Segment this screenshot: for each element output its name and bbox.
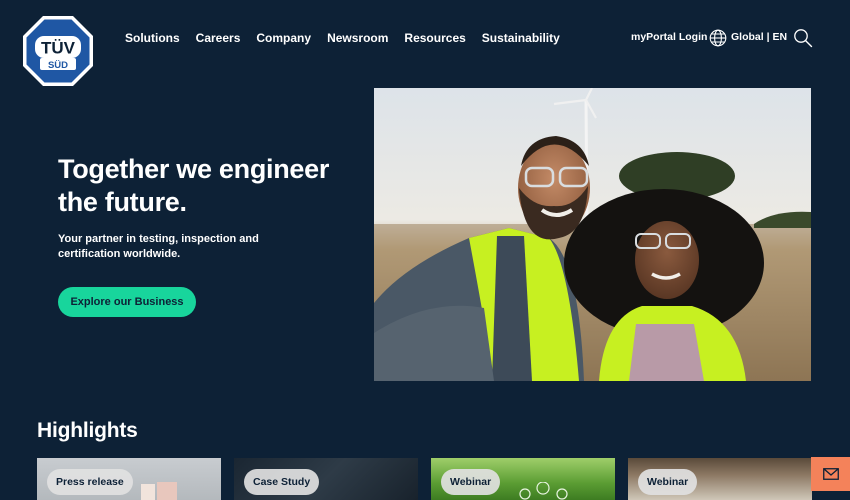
nav-newsroom[interactable]: Newsroom [327, 31, 388, 45]
network-circles-graphic [519, 482, 568, 500]
highlights-heading: Highlights [37, 419, 138, 442]
nav-company[interactable]: Company [256, 31, 311, 45]
nav-solutions[interactable]: Solutions [125, 31, 180, 45]
calendar-blocks-graphic [141, 482, 177, 500]
highlight-card-webinar-2[interactable]: Webinar [628, 458, 812, 500]
nav-resources[interactable]: Resources [404, 31, 465, 45]
card-badge: Webinar [638, 469, 698, 495]
hero-subtitle: Your partner in testing, inspection and … [58, 233, 259, 260]
card-badge: Press release [47, 469, 133, 495]
myportal-login-link[interactable]: myPortal Login [631, 31, 707, 43]
highlight-card-webinar-1[interactable]: Webinar [431, 458, 615, 500]
nav-sustainability[interactable]: Sustainability [482, 31, 560, 45]
card-badge: Webinar [441, 469, 501, 495]
contact-mail-button[interactable] [811, 457, 850, 491]
tuv-sud-logo[interactable]: TÜV SÜD [22, 15, 94, 87]
highlight-card-case-study[interactable]: Case Study [234, 458, 418, 500]
language-selector[interactable]: Global | EN [731, 31, 787, 43]
logo-top-text: TÜV [41, 39, 76, 58]
search-icon[interactable] [793, 28, 813, 48]
nav-careers[interactable]: Careers [196, 31, 241, 45]
globe-icon[interactable] [709, 29, 727, 47]
logo-bottom-text: SÜD [48, 60, 68, 71]
explore-business-button[interactable]: Explore our Business [58, 287, 196, 317]
mail-icon [822, 468, 839, 480]
hero-title: Together we engineer the future. [58, 154, 330, 217]
card-badge: Case Study [244, 469, 320, 495]
hero-photo [374, 88, 811, 381]
highlight-card-press-release[interactable]: Press release [37, 458, 221, 500]
main-navigation: Solutions Careers Company Newsroom Resou… [125, 31, 576, 45]
